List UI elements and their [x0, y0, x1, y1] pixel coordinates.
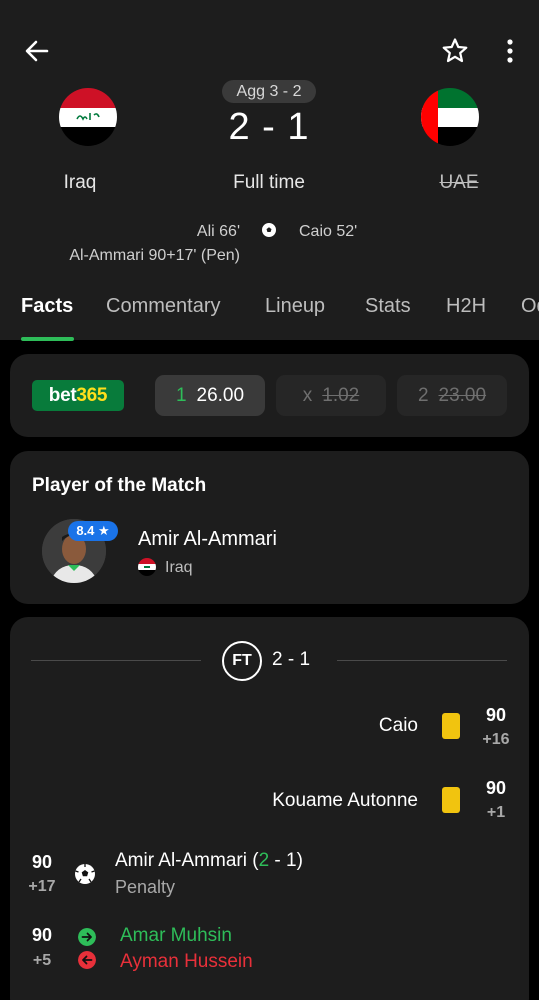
- tab-facts[interactable]: Facts: [21, 295, 73, 318]
- away-team-name[interactable]: UAE: [389, 172, 529, 194]
- tab-bar: Facts Commentary Lineup Stats H2H Od: [0, 295, 539, 341]
- divider: [31, 660, 201, 661]
- score-highlight: 2: [258, 850, 270, 871]
- match-header: Iraq UAE Agg 3 - 2 2 - 1 Full time Ali 6…: [0, 0, 539, 341]
- events-card: FT 2 - 1 Caio 90 +16 Kouame Autonne 90 +…: [10, 617, 529, 1000]
- player-of-the-match-card[interactable]: Player of the Match 8.4 ★ Amir Al-Ammari…: [10, 451, 529, 604]
- event-added-time: +1: [486, 804, 506, 821]
- sub-out-player[interactable]: Ayman Hussein: [120, 951, 253, 973]
- odds-label: 2: [417, 385, 429, 406]
- event-minute: 90: [485, 705, 507, 725]
- odds-home-button[interactable]: 1 26.00: [155, 375, 265, 416]
- event-player[interactable]: Kouame Autonne: [272, 790, 418, 812]
- yellow-card-icon: [442, 713, 460, 739]
- active-tab-indicator: [21, 337, 74, 341]
- divider: [337, 660, 507, 661]
- odds-value: 23.00: [438, 385, 487, 406]
- more-vertical-icon[interactable]: [500, 36, 520, 66]
- tab-lineup[interactable]: Lineup: [265, 295, 325, 318]
- bet365-logo[interactable]: bet365: [32, 380, 124, 411]
- ft-score: 2 - 1: [272, 649, 311, 670]
- football-icon: [75, 864, 95, 884]
- home-scorer: Ali 66': [196, 223, 240, 240]
- event-added-time: +16: [482, 731, 510, 748]
- iraq-flag-icon: [138, 558, 156, 576]
- star-icon[interactable]: [440, 36, 470, 66]
- rating-value: 8.4: [76, 523, 95, 538]
- sub-in-player[interactable]: Amar Muhsin: [120, 925, 232, 947]
- event-player[interactable]: Amir Al-Ammari (2 - 1): [115, 850, 303, 872]
- match-score: 2 - 1: [228, 106, 310, 148]
- tab-stats[interactable]: Stats: [365, 295, 411, 318]
- football-icon: [261, 222, 277, 238]
- event-added-time: +17: [28, 878, 56, 895]
- odds-away-button[interactable]: 2 23.00: [397, 375, 507, 416]
- back-arrow-icon[interactable]: [22, 36, 52, 66]
- rating-badge: 8.4 ★: [68, 521, 118, 541]
- goal-score-rest: - 1): [269, 850, 303, 871]
- event-player[interactable]: Caio: [379, 715, 418, 737]
- odds-label: 1: [175, 385, 187, 406]
- sub-in-icon: [78, 928, 96, 946]
- player-name: Amir Al-Ammari: [138, 528, 277, 550]
- odds-label: x: [302, 385, 313, 406]
- odds-value: 1.02: [322, 385, 360, 406]
- away-scorers: Caio 52': [299, 220, 357, 244]
- section-title: Player of the Match: [32, 475, 207, 496]
- odds-card: bet365 1 26.00 x 1.02 2 23.00: [10, 354, 529, 437]
- away-scorer: Caio 52': [299, 223, 358, 240]
- bookmaker-logo-part: bet: [48, 385, 77, 406]
- event-added-time: +5: [32, 952, 52, 969]
- odds-draw-button[interactable]: x 1.02: [276, 375, 386, 416]
- sub-out-icon: [78, 951, 96, 969]
- goal-scorer: Amir Al-Ammari (: [115, 850, 259, 871]
- match-status: Full time: [233, 172, 305, 193]
- home-team-name[interactable]: Iraq: [10, 172, 150, 194]
- event-minute: 90: [31, 925, 53, 945]
- event-detail: Penalty: [115, 877, 176, 897]
- tab-odds[interactable]: Od: [521, 295, 539, 318]
- home-scorer: Al-Ammari 90+17' (Pen): [69, 247, 240, 264]
- star-icon: ★: [98, 523, 110, 538]
- odds-value: 26.00: [196, 385, 245, 406]
- tab-h2h[interactable]: H2H: [446, 295, 486, 318]
- tab-commentary[interactable]: Commentary: [106, 295, 220, 318]
- iraq-flag-icon[interactable]: [59, 88, 117, 146]
- event-minute: 90: [31, 852, 53, 872]
- bookmaker-logo-part: 365: [76, 385, 108, 406]
- yellow-card-icon: [442, 787, 460, 813]
- uae-flag-icon[interactable]: [421, 88, 479, 146]
- aggregate-badge: Agg 3 - 2: [222, 80, 316, 103]
- event-minute: 90: [485, 778, 507, 798]
- player-team: Iraq: [165, 559, 193, 576]
- home-scorers: Ali 66' Al-Ammari 90+17' (Pen): [69, 220, 240, 268]
- ft-badge: FT: [222, 641, 262, 681]
